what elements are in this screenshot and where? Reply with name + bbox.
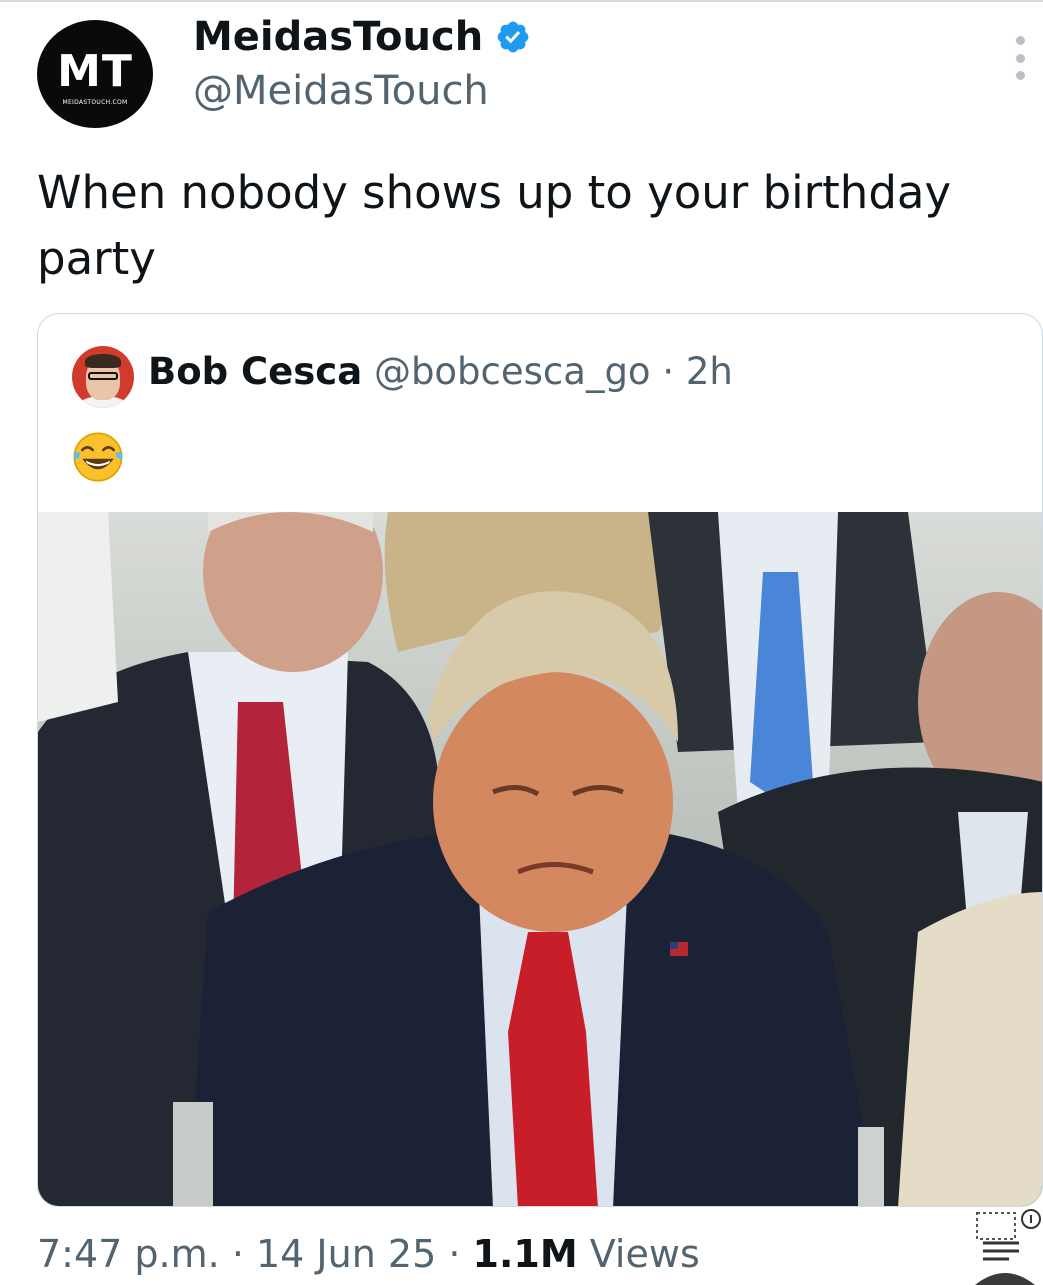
header-separator: · <box>662 350 675 393</box>
tweet-time[interactable]: 7:47 p.m. <box>37 1232 220 1276</box>
quoted-tweet-photo[interactable] <box>38 512 1042 1206</box>
verified-badge-icon <box>497 21 529 53</box>
media-controls-icon[interactable] <box>965 1205 1043 1285</box>
quoted-author-handle[interactable]: @bobcesca_go <box>374 350 651 393</box>
author-display-name[interactable]: MeidasTouch <box>193 14 483 60</box>
avatar-glasses-shape <box>88 372 118 380</box>
more-dot <box>1015 36 1025 45</box>
more-dot <box>1015 53 1025 63</box>
quoted-tweet-card[interactable]: Bob Cesca @bobcesca_go · 2h <box>37 313 1043 1207</box>
meta-separator: · <box>231 1232 244 1276</box>
more-options-icon[interactable] <box>1010 36 1030 80</box>
photo-illustration <box>38 512 1042 1206</box>
laughing-emoji-icon <box>73 432 123 482</box>
views-count: 1.1M <box>472 1232 578 1276</box>
quoted-tweet-header: Bob Cesca @bobcesca_go · 2h <box>148 350 733 393</box>
avatar-hair-shape <box>85 354 121 368</box>
tweet-date[interactable]: 14 Jun 25 <box>256 1232 436 1276</box>
quoted-time-ago[interactable]: 2h <box>686 350 733 393</box>
author-display-name-row[interactable]: MeidasTouch <box>193 14 531 60</box>
quoted-author-name[interactable]: Bob Cesca <box>148 350 362 393</box>
meta-separator: · <box>448 1232 461 1276</box>
top-divider <box>0 0 1043 2</box>
tweet-meta: 7:47 p.m. · 14 Jun 25 · 1.1M Views <box>37 1232 700 1276</box>
more-dot <box>1015 71 1025 80</box>
avatar-logo-subtext: MEIDASTOUCH.COM <box>62 99 128 106</box>
quoted-author-avatar[interactable] <box>72 346 134 408</box>
author-avatar[interactable]: MT MEIDASTOUCH.COM <box>37 20 153 128</box>
author-handle[interactable]: @MeidasTouch <box>193 68 489 114</box>
tweet-text: When nobody shows up to your birthday pa… <box>37 166 952 285</box>
avatar-logo-text: MT <box>57 46 133 97</box>
views-label: Views <box>589 1232 700 1276</box>
